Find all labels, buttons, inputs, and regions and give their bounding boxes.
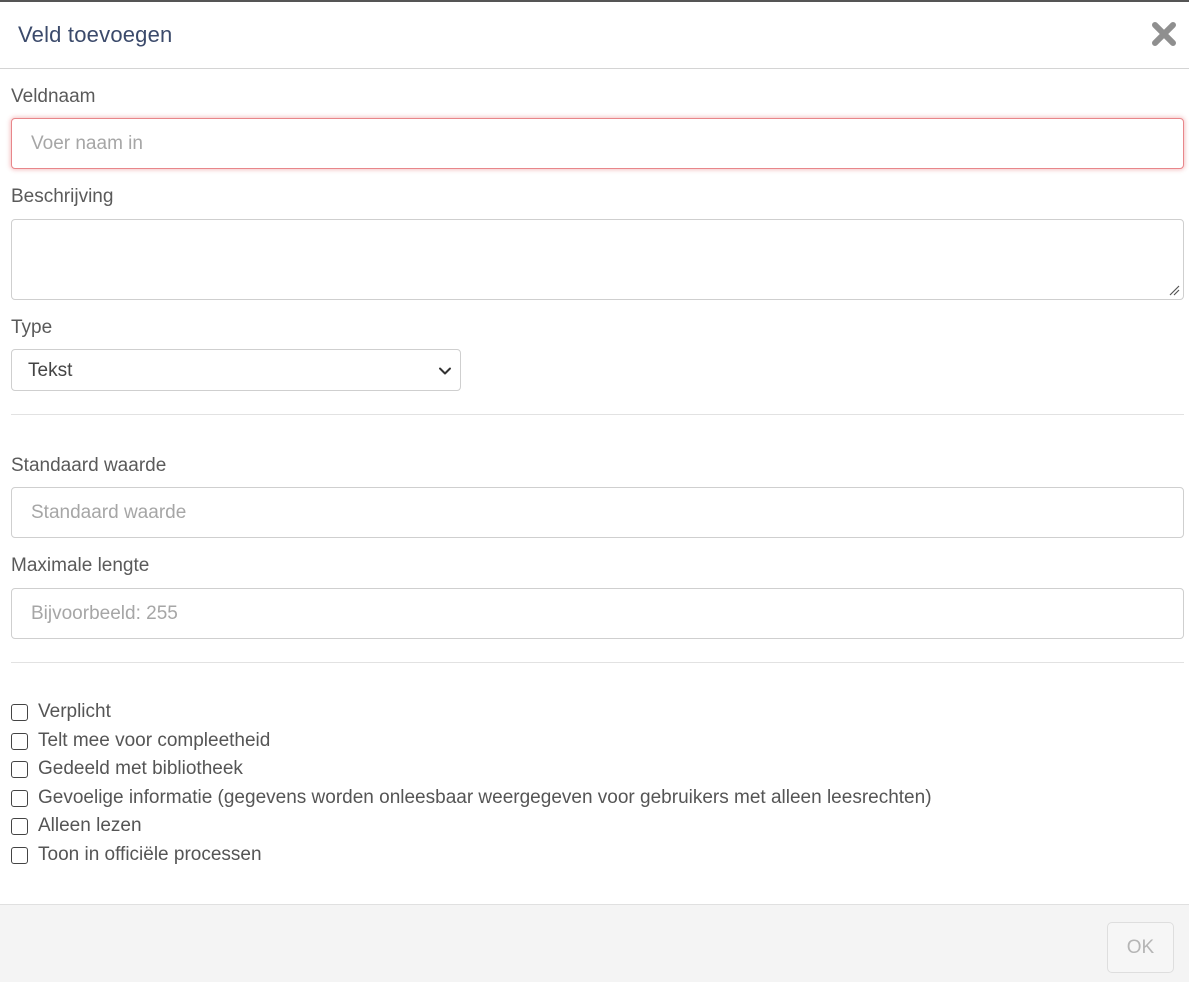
option-read-only[interactable]: Alleen lezen	[11, 814, 142, 838]
description-label: Beschrijving	[11, 186, 114, 207]
default-value-label: Standaard waarde	[11, 455, 167, 476]
option-label: Gedeeld met bibliotheek	[38, 758, 243, 779]
max-length-label: Maximale lengte	[11, 555, 150, 576]
option-label: Toon in officiële processen	[38, 844, 262, 865]
dialog-title: Veld toevoegen	[18, 22, 173, 47]
type-select[interactable]: Tekst	[11, 349, 461, 391]
option-label: Telt mee voor compleetheid	[38, 730, 271, 751]
dialog-header: Veld toevoegen	[0, 2, 1189, 69]
option-label: Verplicht	[38, 701, 111, 722]
description-textarea[interactable]	[11, 219, 1184, 300]
option-label: Alleen lezen	[38, 815, 142, 836]
option-counts-for-completeness[interactable]: Telt mee voor compleetheid	[11, 729, 270, 753]
option-shared-with-library[interactable]: Gedeeld met bibliotheek	[11, 757, 243, 781]
close-icon	[1152, 22, 1176, 46]
section-divider	[11, 414, 1184, 415]
section-divider	[11, 662, 1184, 663]
ok-button[interactable]: OK	[1107, 922, 1174, 973]
checkbox[interactable]	[11, 817, 28, 835]
name-input[interactable]	[11, 118, 1184, 169]
close-button[interactable]	[1151, 21, 1177, 47]
option-show-in-official-processes[interactable]: Toon in officiële processen	[11, 843, 262, 867]
checkbox[interactable]	[11, 789, 28, 807]
option-required[interactable]: Verplicht	[11, 700, 111, 724]
checkbox[interactable]	[11, 703, 28, 721]
max-length-input[interactable]	[11, 588, 1184, 639]
checkbox[interactable]	[11, 846, 28, 864]
resize-handle-icon[interactable]	[1168, 284, 1180, 296]
checkbox[interactable]	[11, 760, 28, 778]
default-value-input[interactable]	[11, 487, 1184, 538]
chevron-down-icon	[439, 367, 451, 375]
option-label: Gevoelige informatie (gegevens worden on…	[38, 787, 932, 808]
option-sensitive-information[interactable]: Gevoelige informatie (gegevens worden on…	[11, 786, 932, 810]
checkbox[interactable]	[11, 732, 28, 750]
type-select-value: Tekst	[28, 360, 73, 381]
type-label: Type	[11, 317, 53, 338]
dialog-footer: OK	[0, 904, 1189, 982]
name-label: Veldnaam	[11, 86, 96, 107]
